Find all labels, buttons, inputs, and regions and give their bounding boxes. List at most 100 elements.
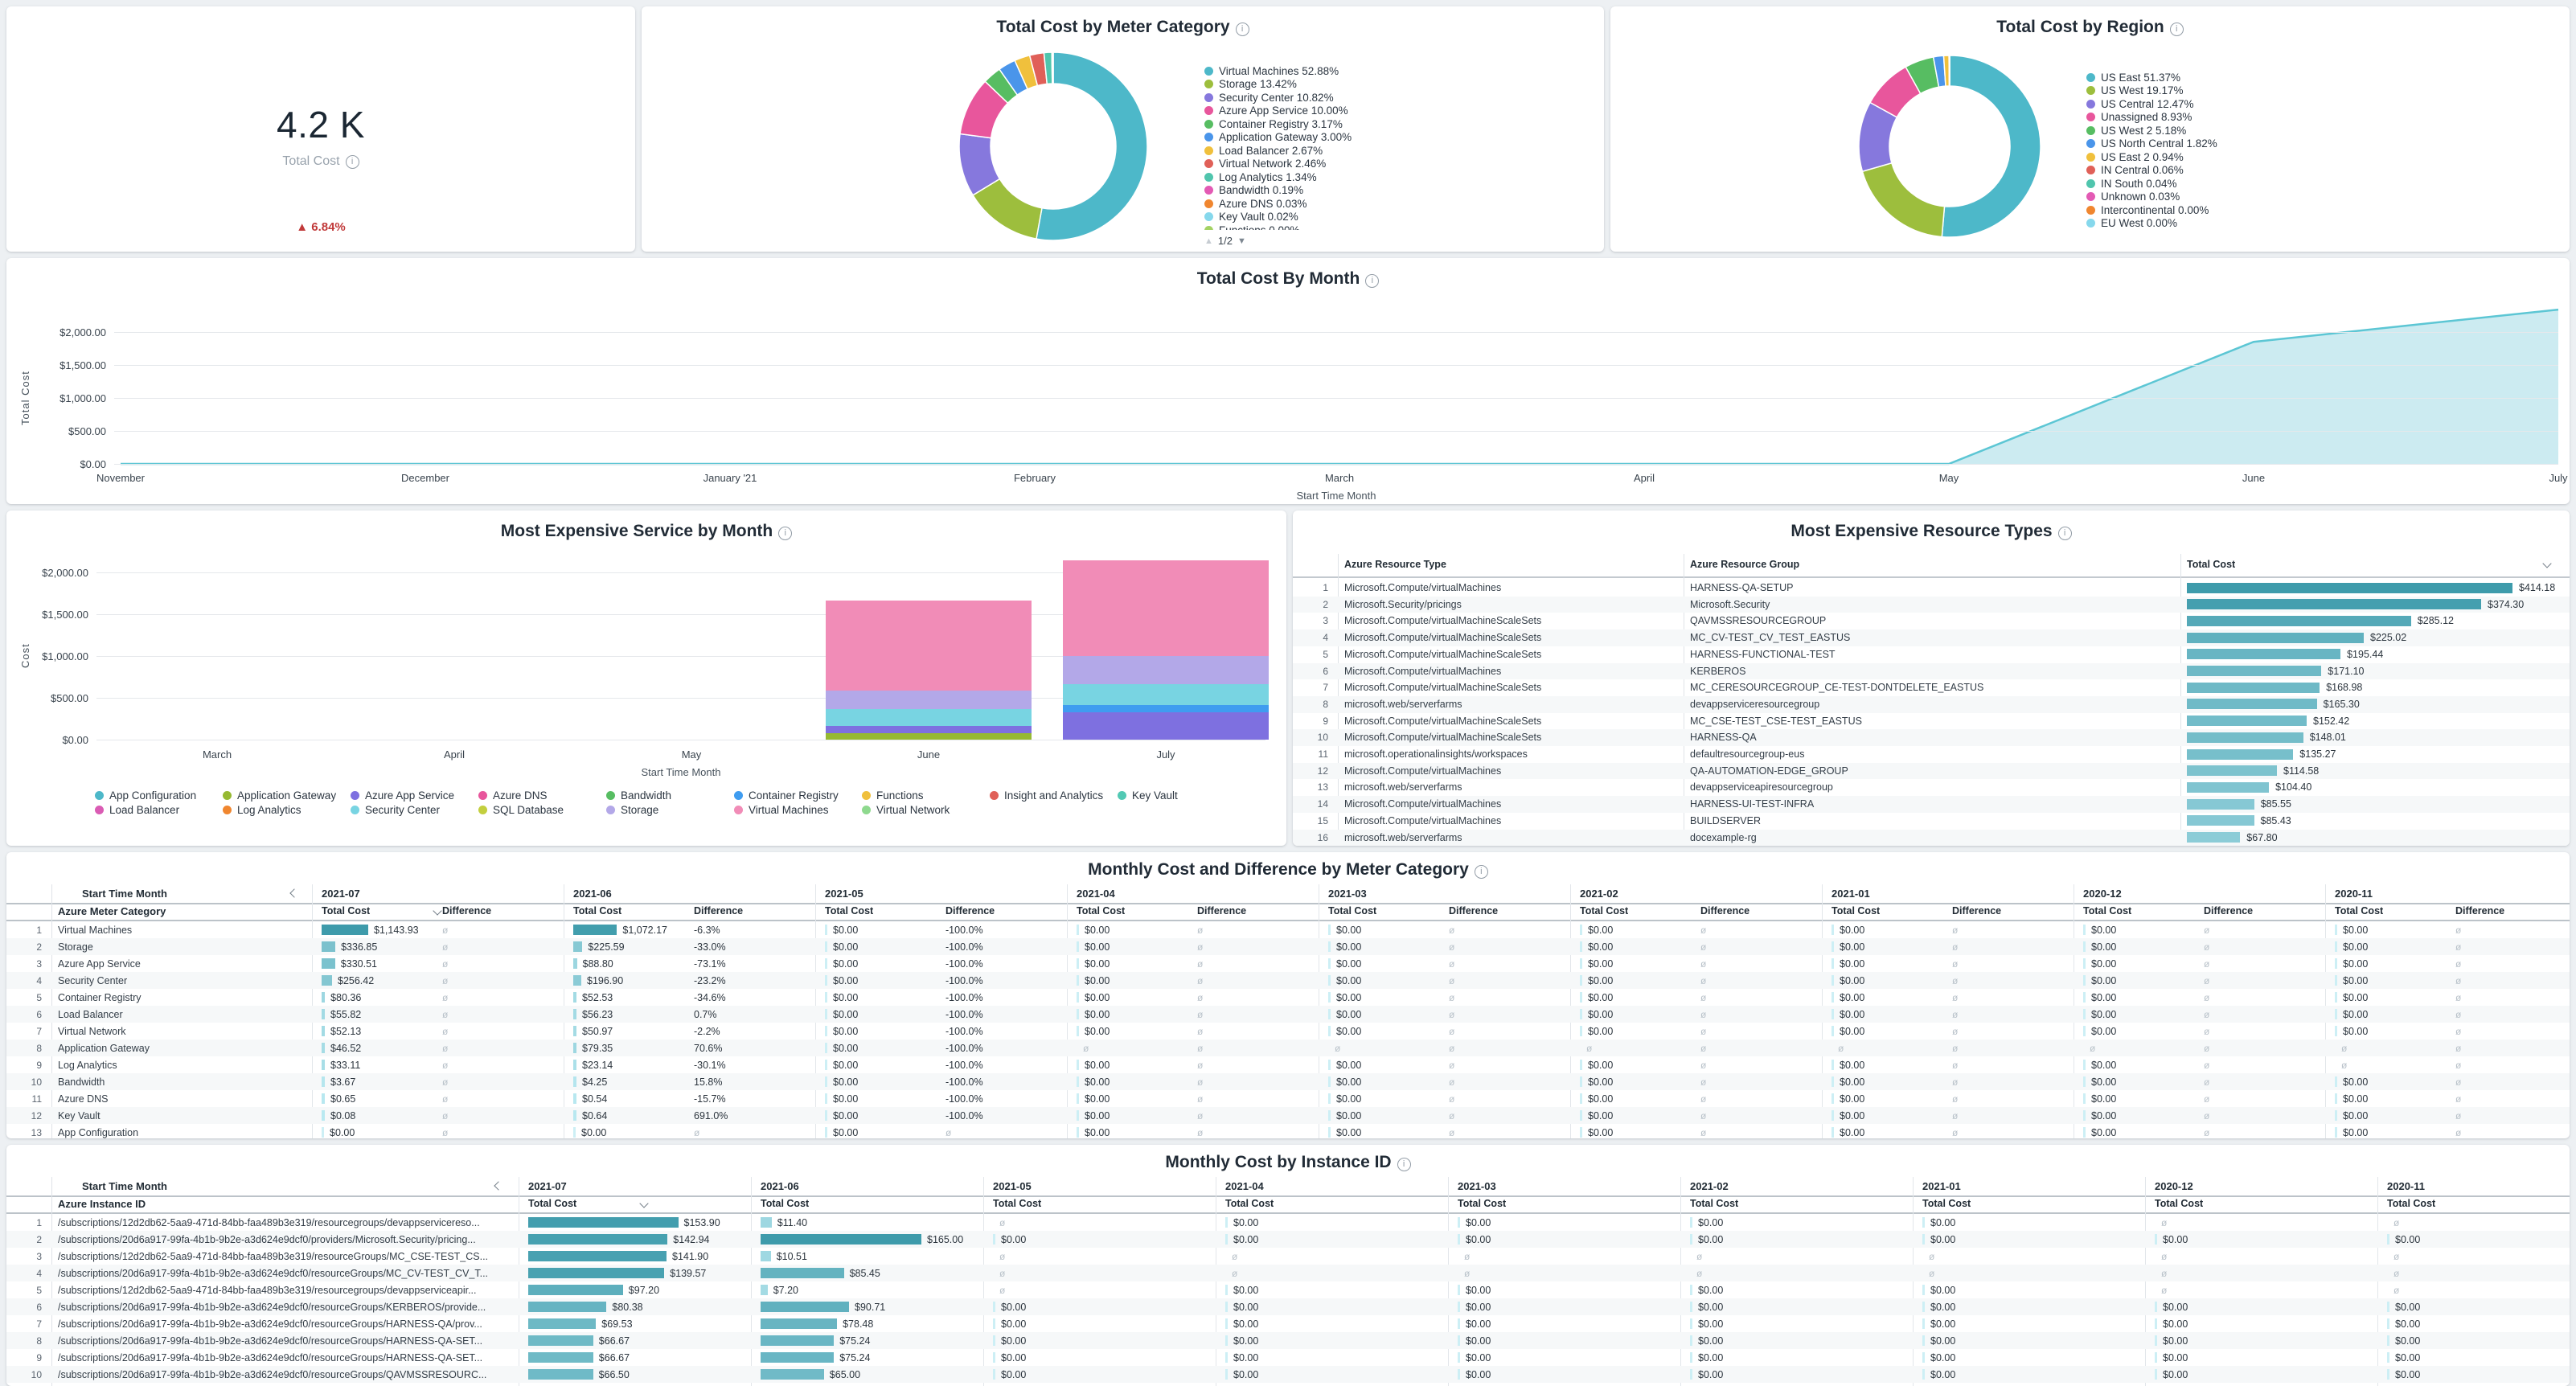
legend-item[interactable]: Application Gateway 3.00% xyxy=(1204,131,1590,145)
legend-item[interactable]: US Central 12.47% xyxy=(2086,97,2472,111)
legend-item[interactable]: IN South 0.04% xyxy=(2086,177,2472,191)
difference-subheader[interactable]: Difference xyxy=(442,905,491,916)
donut-slice-us-east[interactable] xyxy=(1942,55,2041,237)
info-icon[interactable]: i xyxy=(2170,23,2184,36)
difference-subheader[interactable]: Difference xyxy=(694,905,743,916)
bar-segment-security-center[interactable] xyxy=(1063,684,1269,706)
legend-item[interactable]: Azure App Service xyxy=(351,789,454,802)
cost-subheader[interactable]: Total Cost xyxy=(993,1198,1041,1209)
legend-item[interactable]: App Configuration xyxy=(95,789,196,802)
info-icon[interactable]: i xyxy=(1236,23,1249,36)
legend-item[interactable]: Unknown 0.03% xyxy=(2086,191,2472,204)
cost-subheader[interactable]: Total Cost xyxy=(528,1198,576,1209)
bar-segment-virtual-machines[interactable] xyxy=(1063,560,1269,656)
sort-chevron-icon[interactable] xyxy=(2542,559,2551,568)
legend-item[interactable]: US North Central 1.82% xyxy=(2086,137,2472,151)
info-icon[interactable]: i xyxy=(778,527,792,540)
cost-subheader[interactable]: Total Cost xyxy=(1690,1198,1738,1209)
legend-item[interactable]: Key Vault xyxy=(1118,789,1178,802)
bar-segment-azure-app-service[interactable] xyxy=(1063,712,1269,740)
legend-item[interactable]: Virtual Machines xyxy=(734,803,829,817)
row-header[interactable]: Azure Instance ID xyxy=(58,1198,146,1210)
bar-segment-storage[interactable] xyxy=(826,691,1032,710)
cost-subheader[interactable]: Total Cost xyxy=(1922,1198,1971,1209)
cost-subheader[interactable]: Total Cost xyxy=(1225,1198,1274,1209)
legend-item[interactable]: Unassigned 8.93% xyxy=(2086,111,2472,125)
pager-down-icon[interactable]: ▼ xyxy=(1237,236,1246,246)
legend-item[interactable]: Load Balancer 2.67% xyxy=(1204,144,1590,158)
column-header-resource-type[interactable]: Azure Resource Type xyxy=(1344,559,1446,570)
difference-subheader[interactable]: Difference xyxy=(2204,905,2253,916)
legend-item[interactable]: Security Center 10.82% xyxy=(1204,91,1590,105)
legend-item[interactable]: Functions 0.00% xyxy=(1204,223,1590,230)
cell-resource-type: microsoft.web/serverfarms xyxy=(1344,832,1674,843)
cost-subheader[interactable]: Total Cost xyxy=(1328,905,1376,916)
info-icon[interactable]: i xyxy=(346,155,359,169)
info-icon[interactable]: i xyxy=(1475,865,1488,879)
cost-subheader[interactable]: Total Cost xyxy=(573,905,621,916)
difference-subheader[interactable]: Difference xyxy=(945,905,995,916)
scroll-left-icon[interactable] xyxy=(494,1181,502,1190)
legend-item[interactable]: Functions xyxy=(862,789,924,802)
legend-item[interactable]: SQL Database xyxy=(478,803,564,817)
legend-item[interactable]: Key Vault 0.02% xyxy=(1204,211,1590,224)
cost-subheader[interactable]: Total Cost xyxy=(1580,905,1628,916)
legend-item[interactable]: Load Balancer xyxy=(95,803,179,817)
difference-subheader[interactable]: Difference xyxy=(2455,905,2504,916)
legend-item[interactable]: Container Registry xyxy=(734,789,839,802)
bar-segment-virtual-machines[interactable] xyxy=(826,601,1032,691)
legend-item[interactable]: Virtual Machines 52.88% xyxy=(1204,64,1590,78)
cost-subheader[interactable]: Total Cost xyxy=(2083,905,2131,916)
legend-item[interactable]: Intercontinental 0.00% xyxy=(2086,203,2472,217)
bar-segment-storage[interactable] xyxy=(1063,656,1269,684)
legend-item[interactable]: IN Central 0.06% xyxy=(2086,164,2472,178)
legend-item[interactable]: Virtual Network xyxy=(862,803,950,817)
legend-item[interactable]: US West 2 5.18% xyxy=(2086,124,2472,137)
difference-subheader[interactable]: Difference xyxy=(1449,905,1498,916)
legend-item[interactable]: EU West 0.00% xyxy=(2086,217,2472,231)
column-header-resource-group[interactable]: Azure Resource Group xyxy=(1690,559,1799,570)
difference-subheader[interactable]: Difference xyxy=(1197,905,1246,916)
legend-item[interactable]: Log Analytics 1.34% xyxy=(1204,170,1590,184)
legend-item[interactable]: Bandwidth xyxy=(606,789,671,802)
legend-item[interactable]: Container Registry 3.17% xyxy=(1204,117,1590,131)
info-icon[interactable]: i xyxy=(2058,527,2072,540)
pager-up-icon[interactable]: ▲ xyxy=(1204,236,1213,246)
difference-subheader[interactable]: Difference xyxy=(1952,905,2001,916)
legend-item[interactable]: Storage 13.42% xyxy=(1204,78,1590,92)
bar-segment-application-gateway[interactable] xyxy=(826,733,1032,740)
cost-subheader[interactable]: Total Cost xyxy=(2155,1198,2203,1209)
donut-slice-us-west[interactable] xyxy=(1862,163,1944,237)
info-icon[interactable]: i xyxy=(1397,1158,1411,1171)
legend-item[interactable]: Virtual Network 2.46% xyxy=(1204,158,1590,171)
bar-segment-container-registry[interactable] xyxy=(1063,705,1269,711)
scroll-left-icon[interactable] xyxy=(289,888,298,897)
cost-subheader[interactable]: Total Cost xyxy=(761,1198,809,1209)
cost-subheader[interactable]: Total Cost xyxy=(322,905,370,916)
row-header[interactable]: Azure Meter Category xyxy=(58,905,166,917)
cost-subheader[interactable]: Total Cost xyxy=(1077,905,1125,916)
legend-item[interactable]: Storage xyxy=(606,803,658,817)
difference-subheader[interactable]: Difference xyxy=(1700,905,1749,916)
legend-item[interactable]: US East 2 0.94% xyxy=(2086,150,2472,164)
sort-chevron-icon[interactable] xyxy=(433,906,441,915)
bar-segment-azure-app-service[interactable] xyxy=(826,726,1032,733)
bar-segment-security-center[interactable] xyxy=(826,709,1032,726)
legend-item[interactable]: Application Gateway xyxy=(223,789,336,802)
legend-item[interactable]: US East 51.37% xyxy=(2086,71,2472,84)
cost-subheader[interactable]: Total Cost xyxy=(825,905,873,916)
legend-item[interactable]: Azure DNS 0.03% xyxy=(1204,197,1590,211)
cost-subheader[interactable]: Total Cost xyxy=(1458,1198,1506,1209)
legend-item[interactable]: US West 19.17% xyxy=(2086,84,2472,98)
cost-subheader[interactable]: Total Cost xyxy=(2387,1198,2435,1209)
sort-chevron-icon[interactable] xyxy=(639,1199,648,1208)
cost-subheader[interactable]: Total Cost xyxy=(2335,905,2383,916)
legend-item[interactable]: Security Center xyxy=(351,803,440,817)
legend-item[interactable]: Azure DNS xyxy=(478,789,548,802)
legend-item[interactable]: Log Analytics xyxy=(223,803,301,817)
legend-item[interactable]: Azure App Service 10.00% xyxy=(1204,105,1590,118)
cost-subheader[interactable]: Total Cost xyxy=(1832,905,1880,916)
column-header-total-cost[interactable]: Total Cost xyxy=(2187,559,2235,570)
legend-item[interactable]: Insight and Analytics xyxy=(990,789,1103,802)
legend-item[interactable]: Bandwidth 0.19% xyxy=(1204,184,1590,198)
